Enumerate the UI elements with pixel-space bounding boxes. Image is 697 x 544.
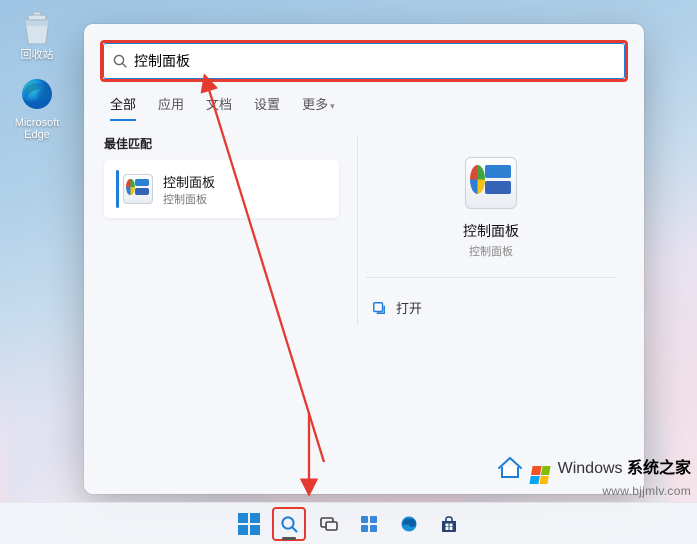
best-match-subtitle: 控制面板 bbox=[163, 191, 215, 207]
control-panel-icon bbox=[465, 157, 517, 209]
open-icon bbox=[372, 301, 386, 315]
store-icon bbox=[439, 514, 459, 534]
best-match-item[interactable]: 控制面板 控制面板 bbox=[104, 160, 339, 218]
tab-settings[interactable]: 设置 bbox=[254, 94, 280, 121]
widgets-icon bbox=[359, 514, 379, 534]
desktop: 回收站 Microsoft Edge 全部 应用 文档 设置 更多▾ 最佳匹配 bbox=[0, 0, 697, 544]
tab-documents[interactable]: 文档 bbox=[206, 94, 232, 121]
taskbar-search-button[interactable] bbox=[272, 507, 306, 541]
task-view-icon bbox=[319, 514, 339, 534]
preview-pane: 控制面板 控制面板 打开 bbox=[357, 135, 624, 325]
search-flyout: 全部 应用 文档 设置 更多▾ 最佳匹配 控制面板 控制面板 bbox=[84, 24, 644, 494]
search-input[interactable] bbox=[134, 53, 616, 69]
windows-logo-icon bbox=[238, 513, 260, 535]
search-icon bbox=[112, 53, 128, 69]
windows-logo-icon bbox=[530, 466, 551, 484]
selection-accent bbox=[116, 170, 119, 208]
recycle-bin-icon bbox=[17, 6, 57, 46]
preview-title: 控制面板 bbox=[463, 221, 519, 241]
edge-icon bbox=[399, 514, 419, 534]
watermark-brand: Windows 系统之家 bbox=[497, 454, 691, 485]
search-icon bbox=[279, 514, 299, 534]
task-view-button[interactable] bbox=[312, 507, 346, 541]
recycle-bin-desktop-icon[interactable]: 回收站 bbox=[8, 6, 66, 61]
open-action[interactable]: 打开 bbox=[366, 290, 616, 325]
edge-icon bbox=[17, 74, 57, 114]
house-icon bbox=[497, 455, 523, 484]
recycle-bin-label: 回收站 bbox=[21, 49, 54, 61]
watermark: Windows 系统之家 www.bjjmlv.com bbox=[497, 454, 691, 499]
tab-all[interactable]: 全部 bbox=[110, 94, 136, 121]
watermark-url: www.bjjmlv.com bbox=[497, 484, 691, 498]
best-match-heading: 最佳匹配 bbox=[104, 135, 339, 152]
search-box-highlight bbox=[100, 40, 628, 82]
separator bbox=[366, 277, 616, 278]
start-button[interactable] bbox=[232, 507, 266, 541]
search-box[interactable] bbox=[103, 43, 625, 79]
control-panel-icon bbox=[123, 174, 153, 204]
taskbar bbox=[0, 502, 697, 544]
tab-more[interactable]: 更多▾ bbox=[302, 94, 335, 121]
chevron-down-icon: ▾ bbox=[330, 101, 335, 112]
edge-label: Microsoft Edge bbox=[15, 117, 60, 141]
best-match-title: 控制面板 bbox=[163, 172, 215, 191]
edge-desktop-icon[interactable]: Microsoft Edge bbox=[8, 74, 66, 141]
search-filter-tabs: 全部 应用 文档 设置 更多▾ bbox=[84, 94, 644, 121]
results-column: 最佳匹配 控制面板 控制面板 bbox=[104, 135, 339, 325]
taskbar-store[interactable] bbox=[432, 507, 466, 541]
taskbar-edge[interactable] bbox=[392, 507, 426, 541]
open-action-label: 打开 bbox=[396, 298, 422, 317]
tab-apps[interactable]: 应用 bbox=[158, 94, 184, 121]
preview-subtitle: 控制面板 bbox=[469, 243, 513, 259]
widgets-button[interactable] bbox=[352, 507, 386, 541]
